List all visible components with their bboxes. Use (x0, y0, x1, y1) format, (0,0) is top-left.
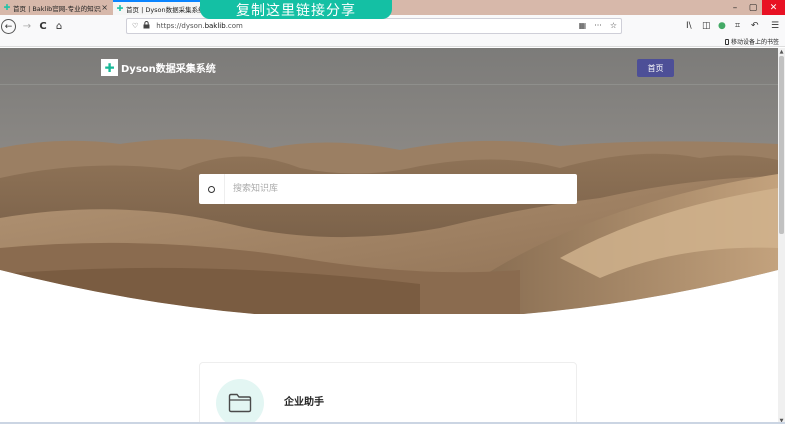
library-icon[interactable]: I\ (686, 18, 692, 34)
maximize-button[interactable]: ▢ (744, 0, 762, 15)
page-content: ✚ Dyson数据采集系统 首页 企业助手 (0, 48, 778, 424)
hero-banner: ✚ Dyson数据采集系统 首页 (0, 48, 778, 314)
dyson-favicon-icon: ✚ (116, 3, 124, 13)
qr-code-icon[interactable]: ▦ (579, 21, 587, 30)
close-window-button[interactable]: ✕ (762, 0, 785, 15)
sidebar-icon[interactable]: ◫ (702, 18, 711, 34)
account-icon[interactable]: ● (718, 18, 726, 34)
baklib-favicon-icon: ✚ (3, 2, 11, 12)
undo-icon[interactable]: ↶ (751, 18, 759, 34)
category-card[interactable]: 企业助手 (199, 362, 577, 424)
search-box[interactable] (199, 174, 577, 204)
lock-icon[interactable] (143, 21, 150, 31)
screenshot-icon[interactable]: ⌗ (735, 18, 740, 34)
browser-navbar: ← → C ⌂ ♡ https://dyson.baklib.com ▦ ···… (0, 15, 785, 37)
more-actions-icon[interactable]: ··· (594, 21, 602, 30)
mobile-device-icon (724, 38, 729, 45)
bookmark-star-icon[interactable]: ☆ (610, 21, 617, 30)
menu-icon[interactable]: ☰ (771, 18, 779, 34)
url-bar[interactable]: ♡ https://dyson.baklib.com ▦ ··· ☆ (126, 18, 622, 34)
scroll-up-icon[interactable]: ▲ (778, 48, 785, 55)
mobile-bookmarks-label: 移动设备上的书签 (730, 39, 779, 46)
tab-strip: ✚ 首页 | Baklib官网-专业的知识库 × ✚ 首页 | Dyson数据采… (0, 0, 785, 15)
search-input[interactable] (233, 175, 563, 203)
tab-dyson[interactable]: ✚ 首页 | Dyson数据采集系统 (113, 0, 209, 15)
scrollbar[interactable]: ▲ ▼ (778, 48, 785, 424)
site-header: ✚ Dyson数据采集系统 首页 (0, 48, 778, 88)
card-title: 企业助手 (284, 397, 324, 408)
folder-icon (216, 379, 264, 424)
tab-label: 首页 | Baklib官网-专业的知识库 (13, 4, 101, 13)
reload-button[interactable]: C (35, 18, 51, 34)
share-link-banner[interactable]: 复制这里链接分享 (200, 0, 392, 19)
home-button[interactable]: 首页 (637, 59, 674, 77)
scroll-thumb[interactable] (779, 56, 784, 234)
mobile-bookmarks[interactable]: 移动设备上的书签 (724, 37, 779, 46)
url-text: https://dyson.baklib.com (156, 22, 243, 30)
search-icon[interactable] (199, 174, 225, 204)
minimize-button[interactable]: – (726, 0, 744, 15)
tab-close-icon[interactable]: × (101, 3, 108, 12)
tab-label: 首页 | Dyson数据采集系统 (126, 5, 205, 14)
logo-icon[interactable]: ✚ (101, 59, 118, 76)
shield-icon[interactable]: ♡ (132, 22, 138, 30)
bookmarks-bar: 移动设备上的书签 (0, 37, 785, 47)
back-button[interactable]: ← (1, 19, 16, 34)
forward-button[interactable]: → (19, 18, 35, 34)
home-icon[interactable]: ⌂ (51, 18, 67, 34)
tab-baklib[interactable]: ✚ 首页 | Baklib官网-专业的知识库 × (0, 0, 112, 15)
site-title[interactable]: Dyson数据采集系统 (121, 60, 216, 75)
